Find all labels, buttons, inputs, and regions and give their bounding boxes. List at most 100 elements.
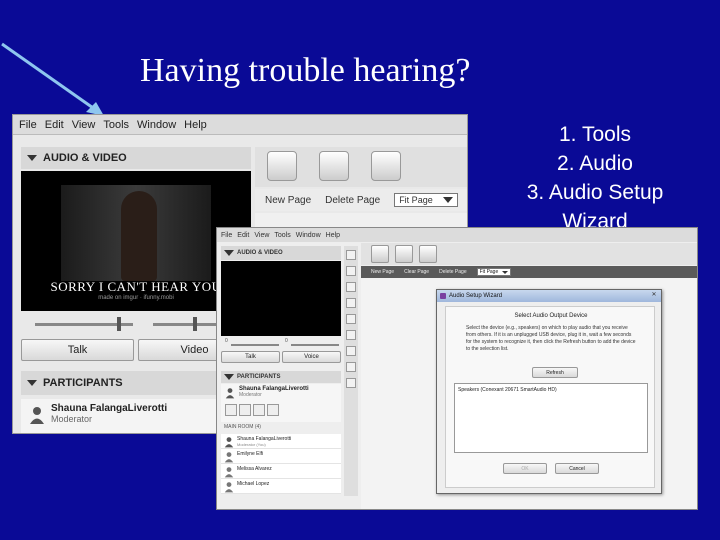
pages-icon[interactable] — [319, 151, 349, 181]
main-room-label: MAIN ROOM (4) — [224, 424, 261, 430]
person-icon — [224, 482, 234, 493]
fit-page-value: Fit Page — [399, 195, 433, 205]
status-icon-4[interactable] — [267, 404, 279, 416]
dialog-body: Select Audio Output Device Select the de… — [445, 306, 655, 488]
status-icon-3[interactable] — [253, 404, 265, 416]
delete-page-button[interactable]: Delete Page — [439, 269, 467, 275]
cancel-button[interactable]: Cancel — [555, 463, 599, 474]
collapse-triangle-icon[interactable] — [27, 380, 37, 386]
mic-volume-label: 0 — [225, 338, 228, 344]
pen-tablet-icon[interactable] — [267, 151, 297, 181]
participants-title: PARTICIPANTS — [43, 377, 123, 389]
refresh-button[interactable]: Refresh — [532, 367, 578, 378]
video-person — [121, 191, 157, 281]
close-icon[interactable]: ✕ — [649, 291, 659, 300]
dialog-footer: OK Cancel — [446, 463, 656, 477]
ellipse-tool-icon[interactable] — [346, 330, 356, 340]
audio-video-pod-header[interactable]: AUDIO & VIDEO — [21, 147, 251, 169]
new-page-button[interactable]: New Page — [265, 195, 311, 206]
talk-button[interactable]: Talk — [221, 351, 280, 363]
menu-tools[interactable]: Tools — [274, 232, 290, 239]
menu-bar: File Edit View Tools Window Help — [13, 115, 467, 135]
vertical-toolbar — [344, 246, 358, 496]
menu-window[interactable]: Window — [296, 232, 321, 239]
page-toolbar: New Page Clear Page Delete Page Fit Page — [361, 266, 697, 278]
step-audio-setup: 3. Audio Setup — [526, 181, 664, 204]
globe-share-icon[interactable] — [371, 151, 401, 181]
collapse-triangle-icon[interactable] — [224, 250, 234, 256]
fit-page-select[interactable]: Fit Page — [476, 268, 512, 276]
chevron-down-icon — [442, 197, 453, 203]
clear-page-button[interactable]: Clear Page — [404, 269, 429, 275]
page-toolbar: New Page Delete Page Fit Page — [255, 189, 467, 211]
menu-window[interactable]: Window — [137, 119, 176, 131]
star-tool-icon[interactable] — [346, 266, 356, 276]
mic-volume-track[interactable] — [231, 344, 279, 346]
share-toolbar — [361, 243, 697, 265]
output-device-list[interactable]: Speakers (Conexant 20671 SmartAudio HD) — [454, 383, 648, 453]
menu-edit[interactable]: Edit — [237, 232, 249, 239]
participant-name: Emilyne Elfi — [237, 451, 264, 457]
menu-file[interactable]: File — [221, 232, 232, 239]
participant-role: Moderator (You) — [237, 442, 266, 447]
menu-view[interactable]: View — [72, 119, 96, 131]
list-item[interactable]: Shauna FalangaLiverotti Moderator (You) — [221, 434, 341, 449]
pencil-tool-icon[interactable] — [346, 282, 356, 292]
speaker-volume-thumb[interactable] — [193, 317, 197, 331]
person-icon — [30, 407, 44, 424]
presenter-role: Moderator — [239, 392, 262, 398]
share-toolbar — [255, 147, 467, 187]
status-icon-2[interactable] — [239, 404, 251, 416]
text-tool-icon[interactable] — [346, 298, 356, 308]
participant-name: Melissa Alvarez — [237, 466, 272, 472]
speaker-volume-track[interactable] — [291, 344, 339, 346]
chevron-down-icon — [502, 270, 509, 274]
list-item[interactable]: Melissa Alvarez — [221, 464, 341, 479]
fit-page-value: Fit Page — [479, 269, 499, 275]
menu-help[interactable]: Help — [326, 232, 340, 239]
video-backdrop — [61, 185, 211, 281]
voice-button[interactable]: Voice — [282, 351, 341, 363]
globe-share-icon[interactable] — [419, 245, 437, 263]
stamp-tool-icon[interactable] — [346, 362, 356, 372]
dialog-heading: Select Audio Output Device — [514, 313, 588, 319]
list-item[interactable]: Emilyne Elfi — [221, 449, 341, 464]
eraser-tool-icon[interactable] — [346, 378, 356, 388]
selection-tool-icon[interactable] — [346, 250, 356, 260]
speaker-volume-label: 0 — [285, 338, 288, 344]
collapse-triangle-icon[interactable] — [27, 155, 37, 161]
menu-tools[interactable]: Tools — [103, 119, 129, 131]
audio-video-pod-header[interactable]: AUDIO & VIDEO — [221, 246, 341, 260]
ok-button[interactable]: OK — [503, 463, 547, 474]
line-tool-icon[interactable] — [346, 346, 356, 356]
rectangle-tool-icon[interactable] — [346, 314, 356, 324]
dialog-titlebar[interactable]: Audio Setup Wizard — [437, 290, 661, 302]
menu-help[interactable]: Help — [184, 119, 207, 131]
fit-page-select[interactable]: Fit Page — [394, 193, 458, 207]
av-button-row: Talk Voice — [221, 351, 341, 363]
pen-tablet-icon[interactable] — [371, 245, 389, 263]
menu-edit[interactable]: Edit — [45, 119, 64, 131]
presenter-name: Shauna FalangaLiverotti — [239, 386, 309, 392]
menu-file[interactable]: File — [19, 119, 37, 131]
participant-list: Shauna FalangaLiverotti Moderator (You) … — [221, 434, 341, 494]
collapse-triangle-icon[interactable] — [224, 374, 234, 380]
status-icon-1[interactable] — [225, 404, 237, 416]
instruction-steps: 1. Tools 2. Audio 3. Audio Setup Wizard — [500, 120, 690, 236]
talk-button[interactable]: Talk — [21, 339, 134, 361]
slide-title: Having trouble hearing? — [140, 52, 471, 89]
menu-bar: File Edit View Tools Window Help — [217, 228, 697, 242]
mic-volume-thumb[interactable] — [117, 317, 121, 331]
new-page-button[interactable]: New Page — [371, 269, 394, 275]
menu-view[interactable]: View — [254, 232, 269, 239]
person-icon — [224, 452, 234, 463]
step-audio: 2. Audio — [557, 152, 633, 175]
list-item[interactable]: Michael Lopez — [221, 479, 341, 494]
presenter-row[interactable]: Shauna FalangaLiverotti Moderator — [221, 384, 341, 422]
list-item[interactable]: Speakers (Conexant 20671 SmartAudio HD) — [458, 387, 557, 393]
delete-page-button[interactable]: Delete Page — [325, 195, 380, 206]
pages-icon[interactable] — [395, 245, 413, 263]
step-tools: 1. Tools — [559, 123, 631, 146]
participants-title: PARTICIPANTS — [237, 374, 281, 380]
participants-pod-header[interactable]: PARTICIPANTS — [221, 371, 341, 383]
